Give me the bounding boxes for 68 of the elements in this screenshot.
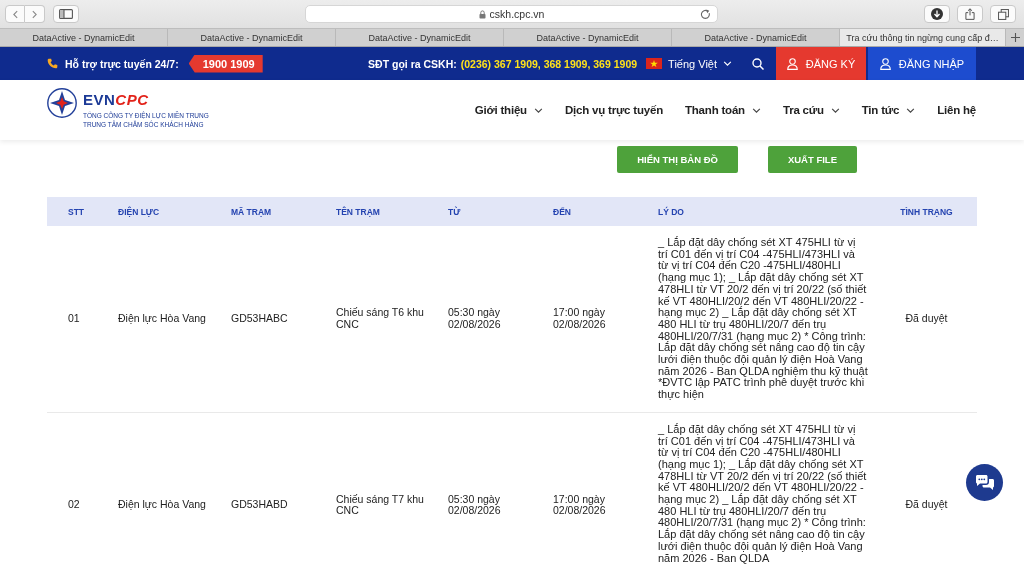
table-cell: _ Lắp đặt dây chống sét XT 475HLI từ vị trí C01 đến vị trí C04 -475HLI/473HLI và từ vị trí C04 đến C20 -475HLI/480HLI (hạng mục 1); _ Lắp đặt dây chống sét XT 478HLI từ VT 20/2 đến vị trí 20/22 (số thiết kế VT 480HLI/20/2 đến VT 480HLI/20/22 -hạng mục 2) _ Lắp đặt dây chống sét XT 480 HLI từ trụ 480HLI/20/7 đến trụ 480HLI/20/7/31 (hạng mục 2) * Công trình: Lắp đặt dây chống sét nâng cao độ tin cậy lưới điện thuộc đội quản lý điện Hoà Vang năm 2026 - Ban QLDA nghiệm thu kỹ thuật *ĐVTC lập PATC trình phê duyệt trước khi thực hiện: [658, 237, 868, 401]
language-selector[interactable]: Tiếng Việt: [646, 57, 732, 70]
nav-link[interactable]: Tra cứu: [782, 104, 840, 116]
table-cell-text: GD53HABD: [231, 499, 289, 512]
table-cell-text: Chiếu sáng T6 khu CNC: [336, 307, 425, 331]
lock-icon: [478, 9, 486, 19]
user-icon: [879, 57, 891, 70]
chat-bubbles-icon: [974, 473, 995, 492]
sidebar-button[interactable]: [53, 5, 79, 23]
nav-link[interactable]: Thanh toán: [684, 104, 761, 116]
share-icon: [965, 8, 975, 20]
download-button[interactable]: [924, 5, 950, 23]
table-cell: _ Lắp đặt dây chống sét XT 475HLI từ vị trí C01 đến vị trí C04 -475HLI/473HLI và từ vị trí C04 đến C20 -475HLI/480HLI (hạng mục 1); _ Lắp đặt dây chống sét XT 478HLI từ VT 20/2 đến vị trí 20/22 (số thiết kế VT 480HLI/20/2 đến VT 480HLI/20/22 -hạng mục 2) _ Lắp đặt dây chống sét XT 480 HLI từ trụ 480HLI/20/7 đến trụ 480HLI/20/7/31 (hạng mục 2) * Công trình: Lắp đặt dây chống sét nâng cao độ tin cậy lưới điện thuộc đội quản lý điện Hoà Vang năm 2026 - Ban QLDA: [658, 423, 868, 565]
share-button[interactable]: [957, 5, 983, 23]
overlapping-squares-icon: [997, 8, 1009, 20]
column-header: STT: [68, 206, 85, 217]
cskh-phone-numbers: (0236) 367 1909, 368 1909, 369 1909: [460, 57, 638, 70]
table-cell-text: Điện lực Hòa Vang: [118, 499, 207, 512]
register-button[interactable]: ĐĂNG KÝ: [776, 47, 866, 80]
table-cell-text: Điện lực Hòa Vang: [118, 313, 207, 325]
plus-icon: [1010, 33, 1020, 42]
browser-tab[interactable]: Tra cứu thông tin ngừng cung cấp đ…: [840, 29, 1006, 46]
hotline-badge[interactable]: 1900 1909: [188, 54, 263, 73]
nav-link[interactable]: Liên hệ: [937, 104, 976, 116]
table-cell-text: GD53HABC: [231, 313, 289, 325]
search-button[interactable]: [752, 57, 764, 70]
table-cell-text: 02: [68, 499, 81, 512]
table-cell-text: 17:00 ngày 02/08/2026: [553, 493, 607, 518]
table-cell-text: 05:30 ngày 02/08/2026: [448, 307, 502, 331]
browser-tab[interactable]: DataActive - DynamicEdit: [0, 29, 168, 46]
browser-tab[interactable]: DataActive - DynamicEdit: [168, 29, 336, 46]
logo-icon: [47, 87, 77, 118]
download-icon: [931, 8, 943, 20]
chevron-left-icon: [12, 9, 18, 19]
table-cell-text: 01: [68, 313, 81, 325]
address-bar[interactable]: cskh.cpc.vn: [305, 5, 718, 23]
column-header: ĐIỆN LỰC: [118, 206, 160, 217]
tab-overview-button[interactable]: [990, 5, 1016, 23]
sidebar-icon: [59, 9, 73, 19]
phone-icon: [47, 58, 58, 69]
reload-button[interactable]: [700, 9, 711, 20]
nav-link[interactable]: Giới thiệu: [474, 104, 543, 116]
column-header: LÝ DO: [658, 206, 684, 217]
chevron-right-icon: [32, 9, 37, 19]
column-header: TỪ: [448, 206, 461, 217]
browser-tab[interactable]: DataActive - DynamicEdit: [336, 29, 504, 46]
column-header: MÃ TRẠM: [231, 206, 272, 217]
column-header: ĐẾN: [553, 206, 571, 217]
support-label: Hỗ trợ trực tuyến 24/7:: [65, 57, 179, 70]
nav-link[interactable]: Dịch vụ trực tuyến: [564, 104, 663, 116]
table-cell-text: 05:30 ngày 02/08/2026: [448, 493, 502, 518]
browser-tab[interactable]: DataActive - DynamicEdit: [504, 29, 672, 46]
table-cell-text: Chiếu sáng T7 khu CNC: [336, 493, 425, 518]
chat-button[interactable]: [966, 464, 1003, 501]
logo-wordmark: EVNCPC: [83, 90, 150, 108]
nav-link[interactable]: Tin tức: [861, 104, 916, 116]
column-header: TÌNH TRẠNG: [900, 206, 953, 217]
user-icon: [786, 57, 798, 70]
table-cell-text: Đã duyệt: [904, 313, 949, 325]
search-icon: [752, 57, 764, 70]
column-header: TÊN TRẠM: [336, 206, 380, 217]
caret-icon: [723, 61, 732, 66]
table-cell-text: 17:00 ngày 02/08/2026: [553, 307, 607, 331]
table-cell-text: Đã duyệt: [904, 499, 949, 512]
cskh-label: SĐT gọi ra CSKH:: [368, 57, 457, 70]
login-button[interactable]: ĐĂNG NHẬP: [868, 47, 976, 80]
reload-icon: [700, 9, 711, 20]
flag-icon: [646, 58, 663, 69]
